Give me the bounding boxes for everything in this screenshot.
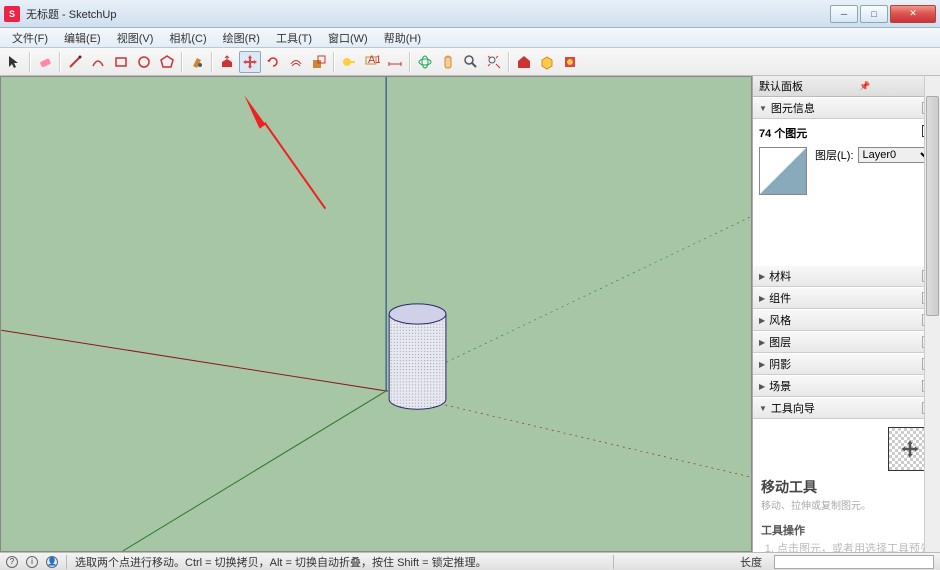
minimize-button[interactable]: ─ (830, 5, 858, 23)
move-tool[interactable] (239, 51, 261, 73)
orbit-tool[interactable] (414, 51, 436, 73)
line-tool[interactable] (64, 51, 86, 73)
close-button[interactable]: ✕ (890, 5, 936, 23)
length-label: 长度 (740, 554, 762, 570)
dimension-tool[interactable] (384, 51, 406, 73)
chevron-right-icon: ▶ (759, 338, 765, 347)
menu-tools[interactable]: 工具(T) (268, 28, 320, 48)
select-tool[interactable] (4, 51, 26, 73)
section-entity-info[interactable]: ▼ 图元信息 × (753, 97, 940, 119)
guide-subtitle: 移动、拉伸或复制图元。 (761, 497, 932, 512)
section-instructor[interactable]: ▼工具向导× (753, 397, 940, 419)
info-icon[interactable]: i (26, 556, 38, 568)
instructor-body: 移动工具 移动、拉伸或复制图元。 工具操作 点击图元，或者用选择工具预先选择多个… (753, 419, 940, 552)
chevron-down-icon: ▼ (759, 404, 767, 413)
section-components[interactable]: ▶组件× (753, 287, 940, 309)
window-titlebar: S 无标题 - SketchUp ─ □ ✕ (0, 0, 940, 28)
menu-bar: 文件(F) 编辑(E) 视图(V) 相机(C) 绘图(R) 工具(T) 窗口(W… (0, 28, 940, 48)
chevron-right-icon: ▶ (759, 272, 765, 281)
material-thumbnail[interactable] (759, 147, 807, 195)
rectangle-tool[interactable] (110, 51, 132, 73)
zoom-tool[interactable] (460, 51, 482, 73)
status-bar: ? i 👤 选取两个点进行移动。Ctrl = 切换拷贝，Alt = 切换自动折叠… (0, 552, 940, 570)
zoom-extents-tool[interactable] (483, 51, 505, 73)
measurement-input[interactable] (774, 555, 934, 569)
toolbar: A1 (0, 48, 940, 76)
scrollbar-thumb[interactable] (926, 96, 939, 316)
help-icon[interactable]: ? (6, 556, 18, 568)
menu-help[interactable]: 帮助(H) (376, 28, 429, 48)
menu-file[interactable]: 文件(F) (4, 28, 56, 48)
section-materials[interactable]: ▶材料× (753, 265, 940, 287)
menu-draw[interactable]: 绘图(R) (215, 28, 268, 48)
pushpull-tool[interactable] (216, 51, 238, 73)
viewport-3d[interactable] (0, 76, 752, 552)
offset-tool[interactable] (285, 51, 307, 73)
circle-tool[interactable] (133, 51, 155, 73)
layer-select[interactable]: Layer0 (858, 147, 935, 163)
chevron-right-icon: ▶ (759, 382, 765, 391)
default-tray: 默认面板 📌 ✕ ▼ 图元信息 × 74 个图元 图层(L): Layer0 ▶… (752, 76, 940, 552)
section-styles[interactable]: ▶风格× (753, 309, 940, 331)
guide-ops-heading: 工具操作 (761, 522, 932, 538)
rotate-tool[interactable] (262, 51, 284, 73)
entity-count: 74 个图元 (759, 125, 807, 141)
user-icon[interactable]: 👤 (46, 556, 58, 568)
section-layers[interactable]: ▶图层× (753, 331, 940, 353)
warehouse-tool[interactable] (513, 51, 535, 73)
tray-scrollbar[interactable] (924, 76, 940, 552)
menu-camera[interactable]: 相机(C) (161, 28, 214, 48)
maximize-button[interactable]: □ (860, 5, 888, 23)
arc-tool[interactable] (87, 51, 109, 73)
paint-tool[interactable] (186, 51, 208, 73)
app-icon: S (4, 6, 20, 22)
section-shadows[interactable]: ▶阴影× (753, 353, 940, 375)
polygon-tool[interactable] (156, 51, 178, 73)
scale-tool[interactable] (308, 51, 330, 73)
tray-header[interactable]: 默认面板 📌 ✕ (753, 76, 940, 97)
layer-label: 图层(L): (815, 147, 854, 163)
chevron-right-icon: ▶ (759, 360, 765, 369)
pan-tool[interactable] (437, 51, 459, 73)
status-hint: 选取两个点进行移动。Ctrl = 切换拷贝，Alt = 切换自动折叠，按住 Sh… (75, 554, 487, 570)
component-tool[interactable] (536, 51, 558, 73)
menu-view[interactable]: 视图(V) (109, 28, 162, 48)
tape-tool[interactable] (338, 51, 360, 73)
guide-title: 移动工具 (761, 477, 932, 497)
chevron-down-icon: ▼ (759, 104, 767, 113)
menu-edit[interactable]: 编辑(E) (56, 28, 109, 48)
chevron-right-icon: ▶ (759, 294, 765, 303)
section-scenes[interactable]: ▶场景× (753, 375, 940, 397)
guide-step: 点击图元，或者用选择工具预先选择多个图元。 (777, 540, 932, 552)
menu-window[interactable]: 窗口(W) (320, 28, 376, 48)
text-tool[interactable]: A1 (361, 51, 383, 73)
chevron-right-icon: ▶ (759, 316, 765, 325)
pin-icon[interactable]: 📌 (859, 81, 870, 92)
svg-text:A1: A1 (368, 54, 380, 66)
window-title: 无标题 - SketchUp (26, 6, 828, 22)
extension-tool[interactable] (559, 51, 581, 73)
entity-info-body: 74 个图元 图层(L): Layer0 (753, 119, 940, 265)
eraser-tool[interactable] (34, 51, 56, 73)
